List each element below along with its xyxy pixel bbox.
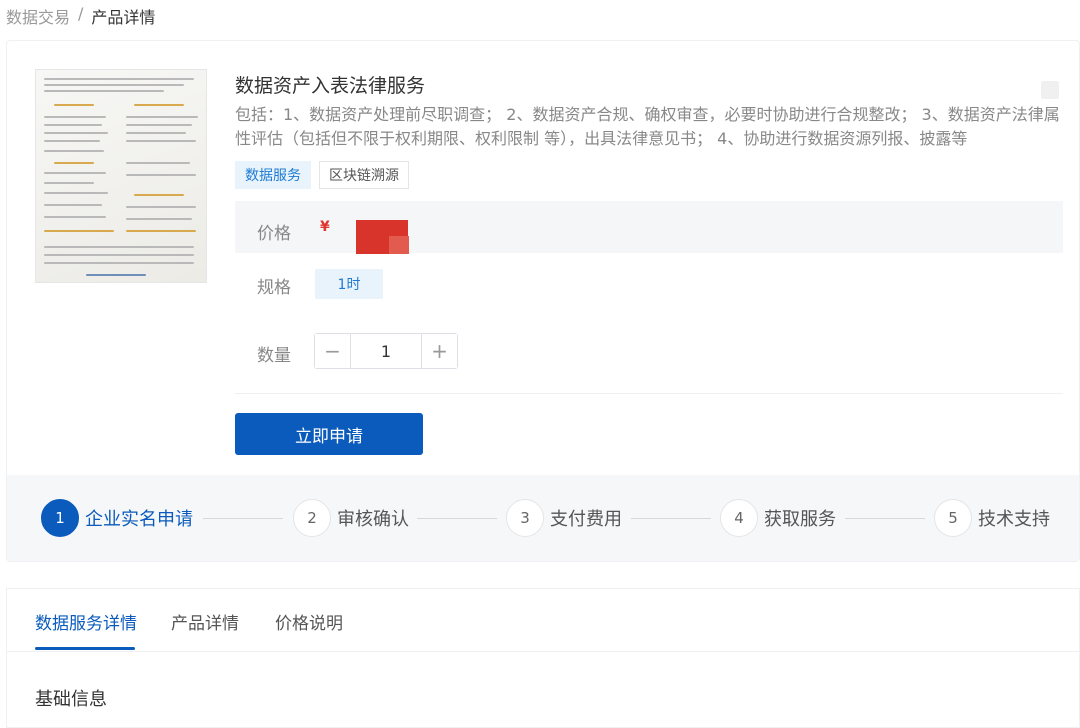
scroll-indicator[interactable] bbox=[1041, 81, 1059, 99]
increment-button[interactable]: + bbox=[421, 334, 457, 368]
quantity-label: 数量 bbox=[257, 346, 291, 366]
product-description: 包括：1、数据资产处理前尽职调查； 2、数据资产合规、确权审查，必要时协助进行合… bbox=[235, 105, 1060, 148]
product-card: 数据资产入表法律服务 包括：1、数据资产处理前尽职调查； 2、数据资产合规、确权… bbox=[6, 40, 1080, 562]
step-number-3: 3 bbox=[506, 499, 544, 537]
price-redacted-overlay bbox=[389, 236, 409, 254]
breadcrumb-separator: / bbox=[78, 4, 84, 23]
currency-symbol: ¥ bbox=[320, 219, 330, 235]
tab-data-service-details[interactable]: 数据服务详情 bbox=[35, 609, 137, 634]
spec-option-1h[interactable]: 1时 bbox=[315, 269, 383, 299]
price-label: 价格 bbox=[257, 224, 291, 244]
step-number-1: 1 bbox=[41, 499, 79, 537]
breadcrumb: 数据交易 / 产品详情 bbox=[6, 4, 155, 28]
tab-product-details[interactable]: 产品详情 bbox=[171, 609, 239, 634]
step-4: 4 获取服务 bbox=[720, 499, 836, 537]
divider bbox=[235, 393, 1063, 394]
step-connector bbox=[203, 518, 283, 519]
step-label-5: 技术支持 bbox=[978, 509, 1050, 530]
step-label-4: 获取服务 bbox=[764, 509, 836, 530]
process-steps: 1 企业实名申请 2 审核确认 3 支付费用 4 获取服务 5 技术支持 bbox=[7, 475, 1079, 561]
quantity-stepper: − 1 + bbox=[314, 333, 458, 369]
product-thumbnail-image bbox=[35, 69, 207, 283]
product-tags: 数据服务 区块链溯源 bbox=[235, 161, 409, 189]
active-tab-indicator bbox=[35, 647, 135, 650]
step-connector bbox=[845, 518, 925, 519]
step-number-2: 2 bbox=[293, 499, 331, 537]
tab-price-description[interactable]: 价格说明 bbox=[275, 609, 343, 634]
step-1: 1 企业实名申请 bbox=[41, 499, 193, 537]
step-label-3: 支付费用 bbox=[550, 509, 622, 530]
step-connector bbox=[417, 518, 497, 519]
step-5: 5 技术支持 bbox=[934, 499, 1050, 537]
apply-now-button[interactable]: 立即申请 bbox=[235, 413, 423, 455]
step-label-1: 企业实名申请 bbox=[85, 509, 193, 530]
quantity-input[interactable]: 1 bbox=[351, 334, 421, 368]
details-tabs-panel: 数据服务详情 产品详情 价格说明 基础信息 bbox=[6, 588, 1080, 728]
step-connector bbox=[631, 518, 711, 519]
section-title-basic-info: 基础信息 bbox=[35, 689, 107, 710]
tag-data-service[interactable]: 数据服务 bbox=[235, 161, 311, 189]
decrement-button[interactable]: − bbox=[315, 334, 351, 368]
step-label-2: 审核确认 bbox=[337, 509, 409, 530]
tabs-divider bbox=[7, 651, 1079, 652]
breadcrumb-parent-link[interactable]: 数据交易 bbox=[6, 4, 70, 28]
tag-blockchain-trace[interactable]: 区块链溯源 bbox=[319, 161, 409, 189]
step-number-5: 5 bbox=[934, 499, 972, 537]
breadcrumb-current: 产品详情 bbox=[91, 8, 156, 27]
step-3: 3 支付费用 bbox=[506, 499, 622, 537]
spec-label: 规格 bbox=[257, 278, 291, 298]
product-title: 数据资产入表法律服务 bbox=[235, 75, 426, 97]
step-2: 2 审核确认 bbox=[293, 499, 409, 537]
step-number-4: 4 bbox=[720, 499, 758, 537]
